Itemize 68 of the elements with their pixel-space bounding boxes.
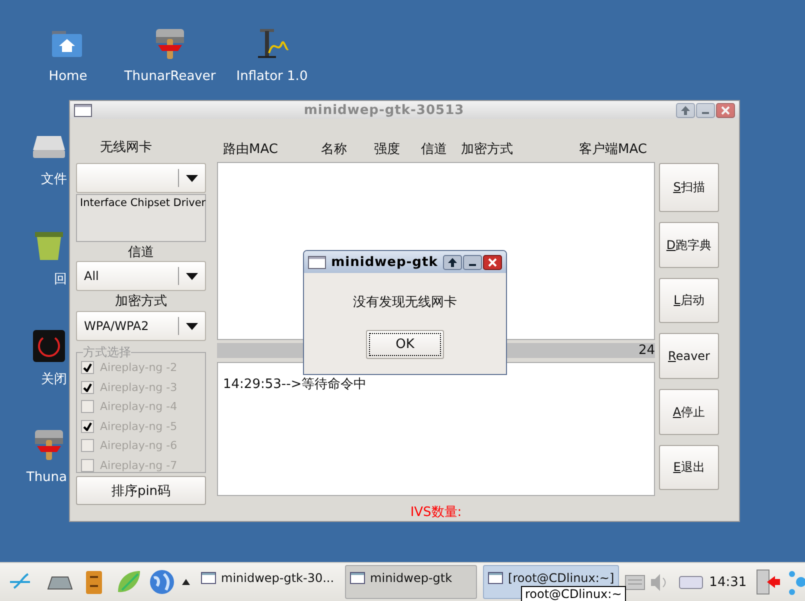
close-icon [483, 254, 502, 270]
icon-label: ThunarReaver [124, 69, 216, 84]
minimize-icon [463, 254, 482, 270]
dropdown-arrow-icon [186, 174, 198, 182]
action-button[interactable]: D跑字典 [659, 222, 719, 268]
maximize-icon [443, 254, 462, 270]
log-line: 14:29:53-->等待命令中 [223, 377, 367, 392]
checkmark-icon [83, 382, 92, 392]
icon-label: Home [48, 69, 88, 84]
maximize-icon [676, 102, 695, 118]
taskbar-button[interactable]: minidwep-gtk-30... [196, 565, 340, 599]
checkbox-label: Aireplay-ng -3 [100, 380, 178, 394]
ivs-count-label: IVS数量: [409, 504, 463, 521]
window-icon [201, 572, 216, 584]
column-header[interactable]: 强度 [374, 140, 421, 162]
dropdown-arrow-icon [186, 272, 198, 280]
checkmark-icon [83, 422, 92, 431]
clock: 14:31 [709, 574, 747, 590]
dropdown-arrow-icon [186, 322, 198, 330]
field-label: 信道 [127, 245, 155, 260]
icon-label: 回 [54, 271, 67, 288]
progress-reading: 24 [638, 343, 655, 358]
action-button[interactable]: Reaver [659, 333, 719, 379]
field-label: 无线网卡 [99, 140, 153, 155]
column-header[interactable]: 路由MAC [223, 140, 321, 162]
action-button[interactable]: A停止 [659, 389, 719, 435]
power-icon [31, 328, 67, 362]
speaker-icon [651, 574, 668, 590]
group-title: 方式选择 [83, 346, 131, 358]
keyboard-icon [625, 574, 646, 590]
window-menu-icon [308, 256, 326, 268]
drive-icon [679, 576, 704, 588]
window-icon [350, 572, 366, 584]
checkbox-label: Aireplay-ng -6 [100, 439, 178, 452]
checkbox-label: Aireplay-ng -2 [100, 361, 178, 374]
close-icon [716, 102, 735, 118]
field-label: 加密方式 [114, 294, 168, 309]
task-tooltip: root@CDlinux:~ [521, 586, 626, 601]
window-title: minidwep-gtk [330, 254, 439, 270]
window-title: minidwep-gtk-30513 [302, 102, 466, 118]
minimize-icon [696, 102, 715, 118]
column-header[interactable]: 名称 [321, 140, 374, 162]
column-header[interactable]: 客户端MAC [579, 140, 655, 162]
title-bar[interactable]: minidwep-gtk [304, 251, 506, 273]
checkbox-label: Aireplay-ng -7 [100, 458, 178, 472]
icon-label: Inflator 1.0 [236, 69, 308, 84]
taskbar-button[interactable]: minidwep-gtk [345, 565, 478, 599]
icon-label: 关闭 [41, 371, 67, 388]
ok-button[interactable]: OK [366, 330, 444, 359]
checkbox-label: Aireplay-ng -5 [100, 420, 178, 433]
checkbox-label: Aireplay-ng -4 [100, 400, 178, 414]
icon-label: Thuna [26, 470, 67, 485]
icon-label: 文件 [41, 171, 67, 188]
checkmark-icon [83, 363, 92, 372]
window-menu-icon [74, 104, 92, 116]
window-icon [488, 572, 504, 584]
sort-button[interactable]: 排序pin码 [76, 476, 206, 505]
dialog-message: 没有发现无线网卡 [352, 294, 458, 311]
globe-icon [148, 568, 176, 596]
action-button[interactable]: E退出 [659, 445, 719, 490]
column-header[interactable]: 加密方式 [461, 140, 579, 162]
info-box: Interface Chipset Driver [76, 194, 206, 242]
expand-arrow-icon [182, 579, 190, 585]
dropdown[interactable]: All [76, 261, 206, 291]
dropdown[interactable]: WPA/WPA2 [76, 311, 206, 341]
column-header[interactable]: 信道 [421, 140, 461, 162]
action-button[interactable]: S扫描 [659, 163, 719, 212]
action-button[interactable]: L启动 [659, 278, 719, 323]
